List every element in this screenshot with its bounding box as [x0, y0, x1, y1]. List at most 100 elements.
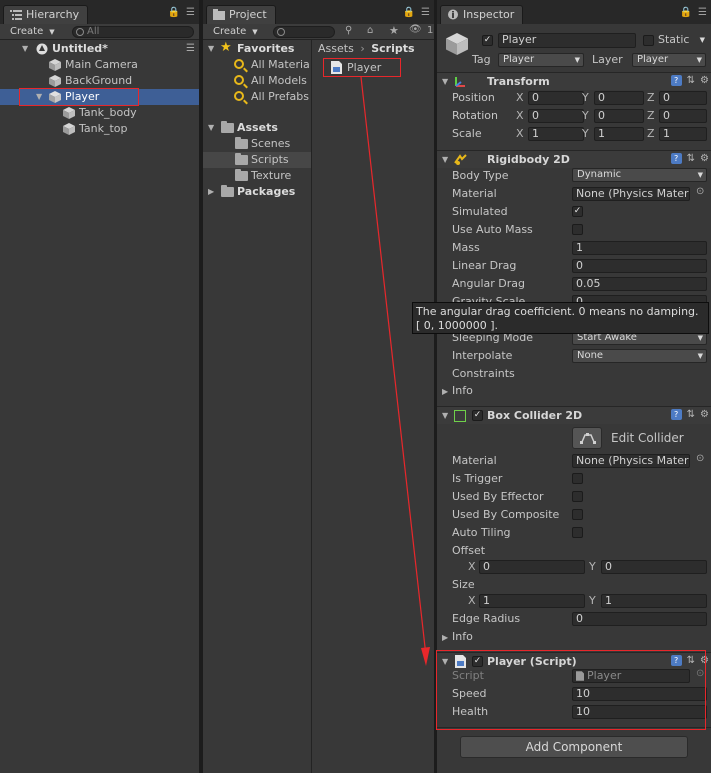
hierarchy-item[interactable]: Tank_top [0, 121, 199, 137]
position-z-field[interactable]: 0 [659, 91, 707, 105]
health-field[interactable]: 10 [572, 705, 707, 719]
fold-open-icon[interactable]: ▼ [36, 89, 42, 105]
gear-icon[interactable]: ⚙ [700, 655, 709, 666]
menu-icon[interactable]: ☰ [421, 7, 430, 18]
interpolate-dropdown[interactable]: None ▼ [572, 349, 707, 363]
menu-icon[interactable]: ☰ [186, 7, 195, 18]
used-by-effector-checkbox[interactable] [572, 491, 583, 502]
fold-open-icon[interactable]: ▼ [442, 155, 448, 164]
scale-z-field[interactable]: 1 [659, 127, 707, 141]
asset-file[interactable]: Player [330, 60, 390, 76]
fold-open-icon[interactable]: ▼ [208, 41, 214, 57]
fold-closed-icon[interactable]: ▶ [442, 387, 448, 396]
auto-tiling-checkbox[interactable] [572, 527, 583, 538]
assets-row[interactable]: ▼ Assets [203, 120, 311, 136]
fold-open-icon[interactable]: ▼ [442, 77, 448, 86]
size-x-field[interactable]: 1 [479, 594, 585, 608]
search-input[interactable]: All [72, 26, 194, 38]
rotation-z-field[interactable]: 0 [659, 109, 707, 123]
project-tab[interactable]: Project [206, 5, 276, 24]
inspector-tab[interactable]: Inspector [440, 5, 524, 24]
gear-icon[interactable]: ⚙ [700, 75, 709, 86]
favorite-star-icon[interactable]: ★ [389, 24, 399, 37]
folder-item-selected[interactable]: Scripts [203, 152, 311, 168]
object-picker-icon[interactable]: ⊙ [696, 186, 704, 197]
filter-type-icon[interactable]: ⚲ [345, 25, 352, 36]
active-checkbox[interactable]: ✓ [482, 35, 493, 46]
used-by-composite-checkbox[interactable] [572, 509, 583, 520]
scene-menu-icon[interactable]: ☰ [186, 41, 195, 57]
help-book-icon[interactable]: ? [670, 409, 682, 420]
speed-field[interactable]: 10 [572, 687, 707, 701]
scale-y-field[interactable]: 1 [594, 127, 644, 141]
linear-drag-field[interactable]: 0 [572, 259, 707, 273]
favorite-item[interactable]: All Materia [203, 57, 311, 73]
auto-mass-checkbox[interactable] [572, 224, 583, 235]
menu-icon[interactable]: ☰ [698, 7, 707, 18]
script-enabled-checkbox[interactable]: ✓ [472, 656, 483, 667]
layer-dropdown[interactable]: Player ▼ [632, 53, 706, 67]
rotation-x-field[interactable]: 0 [528, 109, 584, 123]
fold-open-icon[interactable]: ▼ [442, 411, 448, 420]
scale-x-field[interactable]: 1 [528, 127, 584, 141]
visibility-eye-icon[interactable]: 👁 [409, 24, 422, 35]
edit-collider-button[interactable] [572, 427, 602, 449]
edge-radius-field[interactable]: 0 [572, 612, 707, 626]
lock-icon[interactable]: 🔒 [680, 7, 692, 18]
position-x-field[interactable]: 0 [528, 91, 584, 105]
favorite-item[interactable]: All Models [203, 73, 311, 89]
rotation-y-field[interactable]: 0 [594, 109, 644, 123]
body-type-dropdown[interactable]: Dynamic ▼ [572, 168, 707, 182]
search-input[interactable] [273, 26, 335, 38]
preset-icon[interactable]: ⇅ [687, 75, 695, 86]
size-y-field[interactable]: 1 [601, 594, 707, 608]
add-component-button[interactable]: Add Component [460, 736, 688, 758]
boxcollider-header[interactable]: ▼ ✓ Box Collider 2D ? ⇅ ⚙ [437, 406, 711, 424]
fold-closed-icon[interactable]: ▶ [442, 633, 448, 642]
scene-row[interactable]: ▼ Untitled* ☰ [0, 41, 199, 57]
script-header[interactable]: ▼ ✓ Player (Script) ? ⇅ ⚙ [437, 652, 711, 670]
help-book-icon[interactable]: ? [670, 655, 682, 666]
position-y-field[interactable]: 0 [594, 91, 644, 105]
fold-open-icon[interactable]: ▼ [22, 41, 28, 57]
rigidbody-header[interactable]: ▼ Rigidbody 2D ? ⇅ ⚙ [437, 150, 711, 168]
transform-header[interactable]: ▼ Transform ? ⇅ ⚙ [437, 72, 711, 90]
tag-dropdown[interactable]: Player ▼ [498, 53, 584, 67]
filter-label-icon[interactable]: ⌂ [367, 25, 373, 36]
preset-icon[interactable]: ⇅ [687, 409, 695, 420]
preset-icon[interactable]: ⇅ [687, 153, 695, 164]
folder-item[interactable]: Scenes [203, 136, 311, 152]
fold-open-icon[interactable]: ▼ [208, 120, 214, 136]
lock-icon[interactable]: 🔒 [168, 7, 180, 18]
breadcrumb-item[interactable]: Assets [318, 42, 354, 55]
name-field[interactable]: Player [498, 33, 636, 48]
fold-closed-icon[interactable]: ▶ [208, 184, 214, 200]
hierarchy-tab[interactable]: Hierarchy [3, 5, 89, 24]
offset-y-field[interactable]: 0 [601, 560, 707, 574]
offset-x-field[interactable]: 0 [479, 560, 585, 574]
create-button[interactable]: Create ▼ [4, 25, 61, 39]
gear-icon[interactable]: ⚙ [700, 409, 709, 420]
material-field[interactable]: None (Physics Mater [572, 187, 690, 201]
is-trigger-checkbox[interactable] [572, 473, 583, 484]
fold-open-icon[interactable]: ▼ [442, 657, 448, 666]
breadcrumb-item[interactable]: Scripts [371, 42, 414, 55]
help-book-icon[interactable]: ? [670, 75, 682, 86]
help-book-icon[interactable]: ? [670, 153, 682, 164]
preset-icon[interactable]: ⇅ [687, 655, 695, 666]
mass-field[interactable]: 1 [572, 241, 707, 255]
boxcollider-enabled-checkbox[interactable]: ✓ [472, 410, 483, 421]
create-button[interactable]: Create ▼ [207, 25, 264, 39]
simulated-checkbox[interactable]: ✓ [572, 206, 583, 217]
lock-icon[interactable]: 🔒 [403, 7, 415, 18]
hierarchy-item-selected[interactable]: ▼ Player [0, 89, 199, 105]
hierarchy-item[interactable]: Main Camera [0, 57, 199, 73]
folder-item[interactable]: Texture [203, 168, 311, 184]
hierarchy-item[interactable]: BackGround [0, 73, 199, 89]
material-field[interactable]: None (Physics Mater [572, 454, 690, 468]
favorite-item[interactable]: All Prefabs [203, 89, 311, 105]
static-dropdown[interactable]: ▼ [696, 34, 708, 48]
static-checkbox[interactable] [643, 35, 654, 46]
hierarchy-item[interactable]: Tank_body [0, 105, 199, 121]
object-picker-icon[interactable]: ⊙ [696, 453, 704, 464]
